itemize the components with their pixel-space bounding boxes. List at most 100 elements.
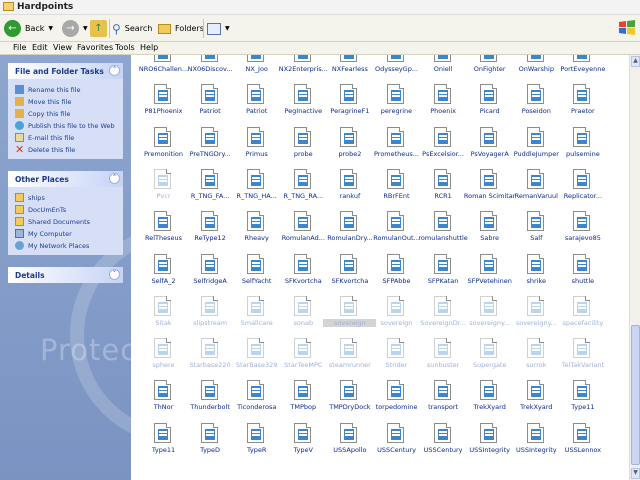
- menu-help[interactable]: Help: [140, 43, 158, 52]
- file-item[interactable]: romulanshuttle: [418, 211, 468, 251]
- file-item[interactable]: TMPbop: [281, 380, 326, 420]
- task-publish[interactable]: Publish this file to the Web: [15, 120, 115, 131]
- file-item[interactable]: RelTheseus: [141, 211, 186, 251]
- place-ships[interactable]: ships: [15, 192, 45, 203]
- file-item[interactable]: Phoenix: [421, 84, 466, 124]
- file-item[interactable]: SelfYacht: [234, 253, 279, 294]
- file-item[interactable]: Praetor: [560, 84, 605, 124]
- file-item[interactable]: TypeR: [234, 422, 279, 463]
- file-item[interactable]: torpedomine: [374, 380, 419, 420]
- other-places-header[interactable]: Other Places ˄: [8, 171, 123, 187]
- file-item[interactable]: Starbase220: [188, 338, 233, 378]
- file-item[interactable]: probe2: [327, 126, 372, 167]
- file-item[interactable]: Rheavy: [234, 211, 279, 251]
- file-item[interactable]: USSCentury: [374, 422, 419, 463]
- file-item[interactable]: USSLennox: [560, 422, 605, 463]
- file-item[interactable]: TrekXyard: [467, 380, 512, 420]
- place-my-network[interactable]: My Network Places: [15, 240, 89, 251]
- task-copy[interactable]: Copy this file: [15, 108, 70, 119]
- file-item[interactable]: Strider: [374, 338, 419, 378]
- menu-tools[interactable]: Tools: [115, 43, 135, 52]
- file-item[interactable]: Roman Scimitar: [464, 168, 515, 209]
- file-item[interactable]: spacefacility: [560, 295, 605, 336]
- file-item[interactable]: Poseidon: [514, 84, 559, 124]
- file-item[interactable]: Patriot: [234, 84, 279, 124]
- file-item[interactable]: USSIntegrity: [514, 422, 559, 463]
- file-item[interactable]: USSIntegrity: [467, 422, 512, 463]
- file-item[interactable]: peregrine: [374, 84, 419, 124]
- file-item[interactable]: sarajevo85: [560, 211, 605, 251]
- up-folder-button[interactable]: ↑: [90, 18, 107, 39]
- file-item[interactable]: RomulanDry...: [327, 211, 373, 251]
- file-item[interactable]: USSApollo: [327, 422, 372, 463]
- file-item[interactable]: Prometheus...: [374, 126, 419, 167]
- task-rename[interactable]: Rename this file: [15, 84, 81, 95]
- file-item[interactable]: SelfA_2: [141, 253, 186, 294]
- dropdown-arrow-icon[interactable]: ▼: [48, 25, 53, 32]
- file-item[interactable]: NX_Joo: [234, 55, 279, 82]
- task-move[interactable]: Move this file: [15, 96, 71, 107]
- file-item[interactable]: RCR1: [421, 168, 466, 209]
- file-item[interactable]: Thunderbolt: [188, 380, 233, 420]
- file-item[interactable]: steamrunner: [327, 338, 372, 378]
- file-item[interactable]: TelTakVariant: [560, 338, 605, 378]
- file-item[interactable]: PreTNGDry...: [188, 126, 233, 167]
- file-item[interactable]: Smallcare: [234, 295, 279, 336]
- file-item[interactable]: Primus: [234, 126, 279, 167]
- file-item[interactable]: Supergate: [467, 338, 512, 378]
- menu-edit[interactable]: Edit: [32, 43, 48, 52]
- expand-chevron-icon[interactable]: ˅: [109, 269, 120, 280]
- file-item[interactable]: RomulanAd...: [281, 211, 326, 251]
- file-item[interactable]: SFPAbbe: [374, 253, 419, 294]
- file-item[interactable]: Oniell: [421, 55, 466, 82]
- file-item[interactable]: SFKvortcha: [281, 253, 326, 294]
- file-item[interactable]: NX2Enterpris...: [279, 55, 328, 82]
- file-item[interactable]: probe: [281, 126, 326, 167]
- dropdown-arrow-icon[interactable]: ▼: [83, 25, 88, 32]
- file-item[interactable]: USSCentury: [421, 422, 466, 463]
- file-item[interactable]: R_TNG_HA...: [234, 168, 279, 209]
- file-folder-tasks-header[interactable]: File and Folder Tasks ˄: [8, 63, 123, 79]
- scroll-thumb[interactable]: [631, 325, 640, 465]
- file-item[interactable]: RemanVaruul: [514, 168, 559, 209]
- search-button[interactable]: ⚲ Search: [112, 18, 152, 39]
- file-item[interactable]: SovereignDr...: [420, 295, 466, 336]
- file-item[interactable]: sovereign: [323, 295, 377, 336]
- file-item[interactable]: PeragrineF1: [327, 84, 372, 124]
- file-item[interactable]: ThNor: [141, 380, 186, 420]
- file-item[interactable]: NX06Discov...: [188, 55, 233, 82]
- details-header[interactable]: Details ˅: [8, 267, 123, 283]
- file-item[interactable]: NXFearless: [327, 55, 372, 82]
- menu-favorites[interactable]: Favorites: [77, 43, 113, 52]
- file-item[interactable]: StarBase329: [234, 338, 279, 378]
- file-item[interactable]: OnFighter: [467, 55, 512, 82]
- file-item[interactable]: ReType12: [188, 211, 233, 251]
- place-documents[interactable]: DocUmEnTs: [15, 204, 66, 215]
- file-item[interactable]: TMPDryDock: [327, 380, 372, 420]
- collapse-chevron-icon[interactable]: ˄: [109, 65, 120, 76]
- back-button[interactable]: ← Back ▼: [4, 18, 53, 39]
- file-item[interactable]: sonab: [281, 295, 326, 336]
- task-delete[interactable]: ✕ Delete this file: [15, 144, 75, 155]
- file-item[interactable]: OnWarship: [514, 55, 559, 82]
- file-item[interactable]: TypeD: [188, 422, 233, 463]
- file-item[interactable]: Replicator...: [560, 168, 605, 209]
- file-item[interactable]: RomulanOut...: [373, 211, 420, 251]
- file-item[interactable]: SFKvortcha: [327, 253, 372, 294]
- menu-file[interactable]: File: [13, 43, 26, 52]
- file-item[interactable]: SelfridgeA: [188, 253, 233, 294]
- file-item[interactable]: slipstream: [188, 295, 233, 336]
- file-item[interactable]: Picard: [467, 84, 512, 124]
- file-item[interactable]: rankuf: [327, 168, 372, 209]
- file-item[interactable]: Ticonderosa: [234, 380, 279, 420]
- dropdown-arrow-icon[interactable]: ▼: [225, 25, 230, 32]
- file-item[interactable]: SFPVetehinen: [467, 253, 512, 294]
- file-item[interactable]: Type11: [141, 422, 186, 463]
- file-item[interactable]: Sitak: [141, 295, 186, 336]
- file-item[interactable]: P81Phoenix: [141, 84, 186, 124]
- file-item[interactable]: Sabre: [467, 211, 512, 251]
- file-item[interactable]: TrekXyard: [514, 380, 559, 420]
- file-item[interactable]: PsExcelsior...: [421, 126, 466, 167]
- file-item[interactable]: PuddleJumper: [514, 126, 559, 167]
- file-item[interactable]: sphere: [141, 338, 186, 378]
